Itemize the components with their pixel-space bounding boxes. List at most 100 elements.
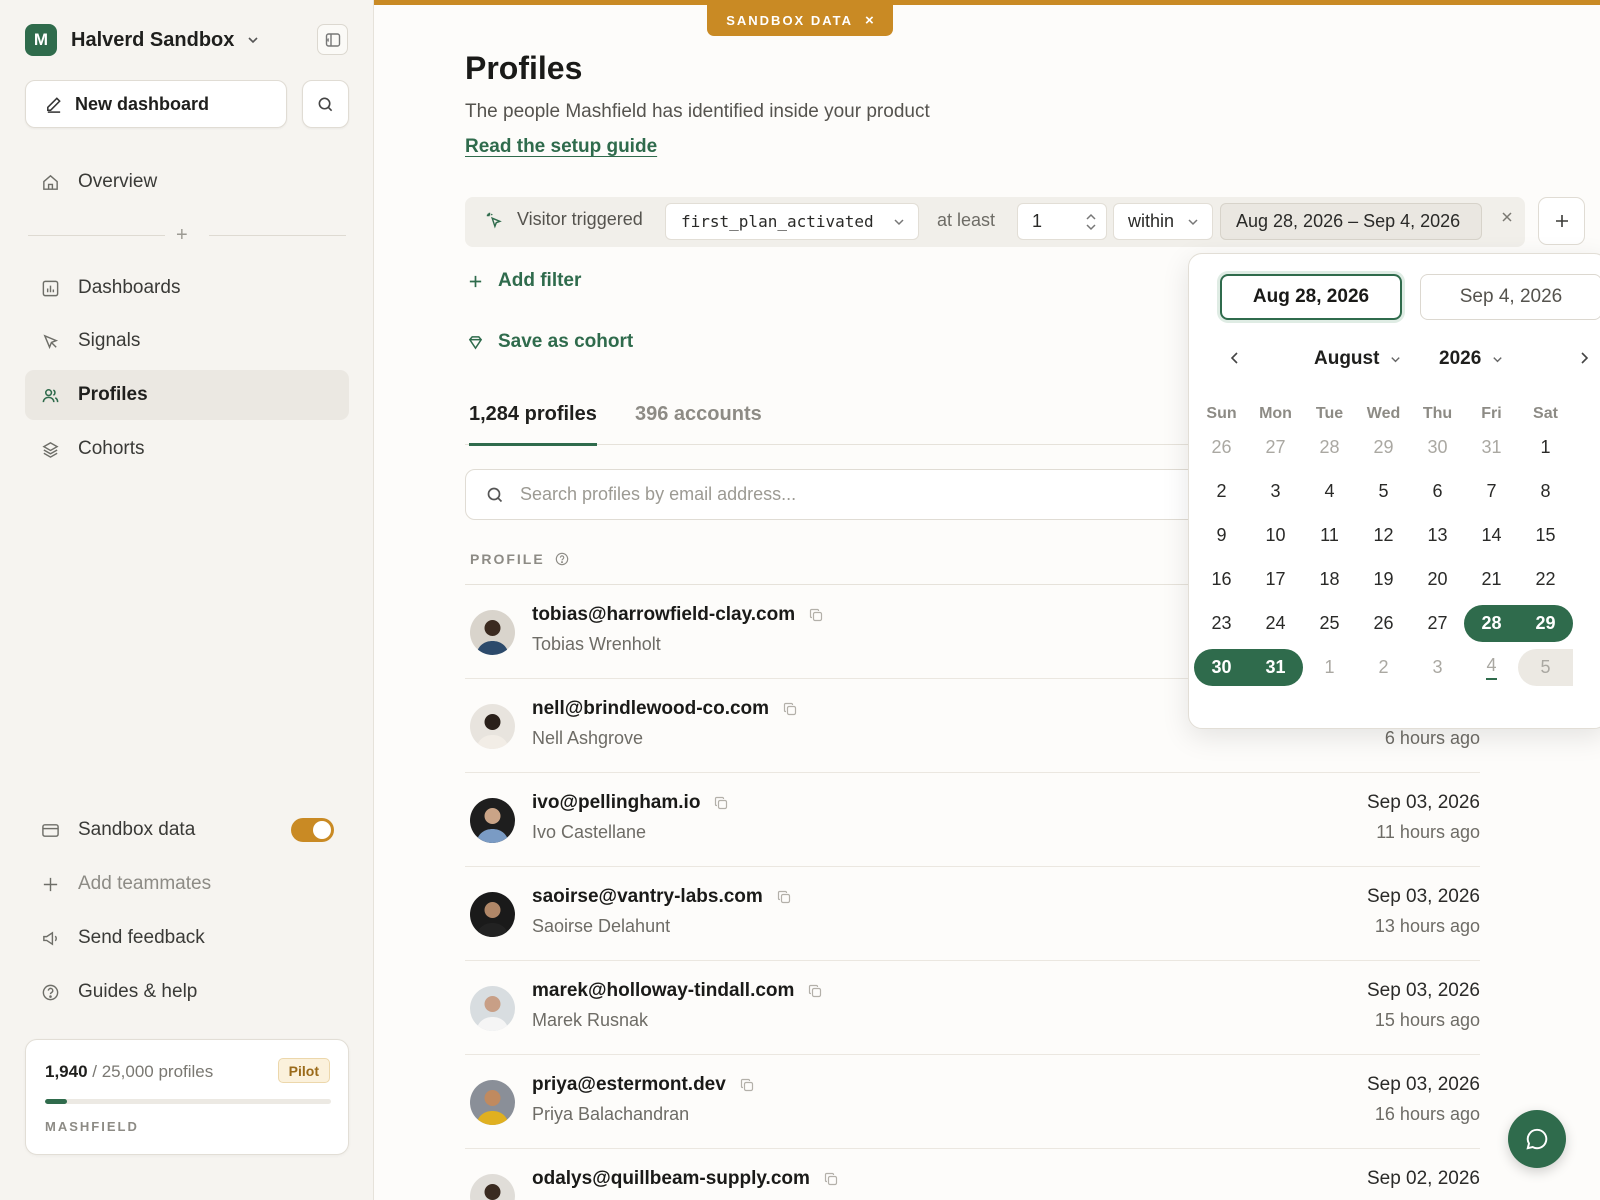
calendar-day[interactable]: 6 [1410,473,1465,510]
calendar-day[interactable]: 2 [1194,473,1249,510]
calendar-day[interactable]: 13 [1410,517,1465,554]
calendar-day[interactable]: 29 [1518,605,1573,642]
table-row[interactable]: saoirse@vantry-labs.com Saoirse Delahunt S… [465,867,1480,961]
sidebar-item-signals[interactable]: Signals [25,316,349,366]
profile-email[interactable]: marek@holloway-tindall.com [532,980,822,1002]
calendar-day[interactable]: 1 [1302,649,1357,686]
calendar-day[interactable]: 30 [1194,649,1249,686]
calendar-day[interactable]: 21 [1464,561,1519,598]
table-row[interactable]: priya@estermont.dev Priya Balachandran Sep… [465,1055,1480,1149]
sidebar-item-overview[interactable]: Overview [25,157,349,207]
plus-icon[interactable]: + [176,224,188,247]
stepper-arrows-icon[interactable] [1084,212,1098,232]
sidebar-item-add-teammates[interactable]: Add teammates [25,859,349,909]
add-filter-button[interactable]: Add filter [467,270,581,292]
profile-email[interactable]: saoirse@vantry-labs.com [532,886,791,908]
table-row[interactable]: marek@holloway-tindall.com Marek Rusnak Se… [465,961,1480,1055]
calendar-day[interactable]: 8 [1518,473,1573,510]
calendar-day[interactable]: 10 [1248,517,1303,554]
chevron-left-icon[interactable] [1227,350,1243,366]
calendar-day[interactable]: 3 [1410,649,1465,686]
sidebar-item-label: Add teammates [78,873,212,894]
year-select[interactable]: 2026 [1439,348,1504,370]
calendar-day[interactable]: 14 [1464,517,1519,554]
new-dashboard-button[interactable]: New dashboard [25,80,287,128]
chat-support-button[interactable] [1508,1110,1566,1168]
calendar-day[interactable]: 7 [1464,473,1519,510]
remove-filter-icon[interactable] [1499,209,1515,225]
calendar-day[interactable]: 9 [1194,517,1249,554]
profile-email[interactable]: nell@brindlewood-co.com [532,698,797,720]
sidebar-search-button[interactable] [302,80,349,128]
calendar-day[interactable]: 12 [1356,517,1411,554]
end-date-input[interactable]: Sep 4, 2026 [1420,274,1600,320]
calendar-day[interactable]: 19 [1356,561,1411,598]
help-icon[interactable] [555,552,569,566]
start-date-input[interactable]: Aug 28, 2026 [1220,274,1402,320]
profile-email[interactable]: ivo@pellingham.io [532,792,728,814]
copy-icon[interactable] [714,796,728,810]
calendar-day[interactable]: 2 [1356,649,1411,686]
profile-email[interactable]: tobias@harrowfield-clay.com [532,604,823,626]
table-row[interactable]: ivo@pellingham.io Ivo Castellane Sep 03, 2… [465,773,1480,867]
sidebar-item-profiles[interactable]: Profiles [25,370,349,420]
calendar-day[interactable]: 27 [1248,429,1303,466]
last-seen-date: Sep 03, 2026 [1366,792,1480,813]
month-select[interactable]: August [1314,348,1402,370]
calendar-day[interactable]: 31 [1248,649,1303,686]
calendar-day[interactable]: 20 [1410,561,1465,598]
within-select[interactable]: within [1113,203,1213,240]
calendar-day[interactable]: 5 [1356,473,1411,510]
calendar-day[interactable]: 30 [1410,429,1465,466]
calendar-day[interactable]: 25 [1302,605,1357,642]
copy-icon[interactable] [777,890,791,904]
add-condition-button[interactable] [1538,197,1585,245]
calendar-day[interactable]: 26 [1356,605,1411,642]
search-input[interactable] [520,484,1120,505]
close-icon[interactable]: × [865,12,874,29]
sidebar-item-cohorts[interactable]: Cohorts [25,424,349,474]
sidebar-item-guides-help[interactable]: Guides & help [25,967,349,1017]
calendar-day[interactable]: 4 [1464,649,1519,686]
calendar-day[interactable]: 16 [1194,561,1249,598]
calendar-day[interactable]: 5 [1518,649,1573,686]
calendar-day[interactable]: 4 [1302,473,1357,510]
collapse-sidebar-button[interactable] [317,24,348,55]
save-cohort-button[interactable]: Save as cohort [467,331,633,353]
calendar-day[interactable]: 27 [1410,605,1465,642]
calendar-day[interactable]: 24 [1248,605,1303,642]
workspace-switcher[interactable]: M Halverd Sandbox [25,24,260,56]
calendar-day[interactable]: 22 [1518,561,1573,598]
calendar-day[interactable]: 28 [1464,605,1519,642]
calendar-day[interactable]: 29 [1356,429,1411,466]
date-range-value: Aug 28, 2026 – Sep 4, 2026 [1236,211,1461,231]
table-row[interactable]: odalys@quillbeam-supply.com Sep 02, 2026 [465,1149,1480,1200]
calendar-day[interactable]: 23 [1194,605,1249,642]
calendar-day[interactable]: 31 [1464,429,1519,466]
sidebar-item-send-feedback[interactable]: Send feedback [25,913,349,963]
calendar-day[interactable]: 11 [1302,517,1357,554]
chevron-right-icon[interactable] [1576,350,1592,366]
calendar-day[interactable]: 18 [1302,561,1357,598]
setup-guide-link[interactable]: Read the setup guide [465,136,657,158]
date-range-picker[interactable]: Aug 28, 2026 – Sep 4, 2026 [1220,203,1482,240]
tab-accounts[interactable]: 396 accounts [635,403,762,426]
sidebar-item-dashboards[interactable]: Dashboards [25,263,349,313]
profile-email[interactable]: odalys@quillbeam-supply.com [532,1168,838,1190]
copy-icon[interactable] [740,1078,754,1092]
copy-icon[interactable] [809,608,823,622]
event-select[interactable]: first_plan_activated [665,203,919,240]
count-stepper[interactable]: 1 [1017,203,1107,240]
copy-icon[interactable] [824,1172,838,1186]
sandbox-data-toggle[interactable] [291,818,334,842]
calendar-day[interactable]: 26 [1194,429,1249,466]
copy-icon[interactable] [808,984,822,998]
calendar-day[interactable]: 17 [1248,561,1303,598]
profile-email[interactable]: priya@estermont.dev [532,1074,754,1096]
copy-icon[interactable] [783,702,797,716]
tab-profiles[interactable]: 1,284 profiles [469,403,597,446]
calendar-day[interactable]: 1 [1518,429,1573,466]
calendar-day[interactable]: 3 [1248,473,1303,510]
calendar-day[interactable]: 15 [1518,517,1573,554]
calendar-day[interactable]: 28 [1302,429,1357,466]
